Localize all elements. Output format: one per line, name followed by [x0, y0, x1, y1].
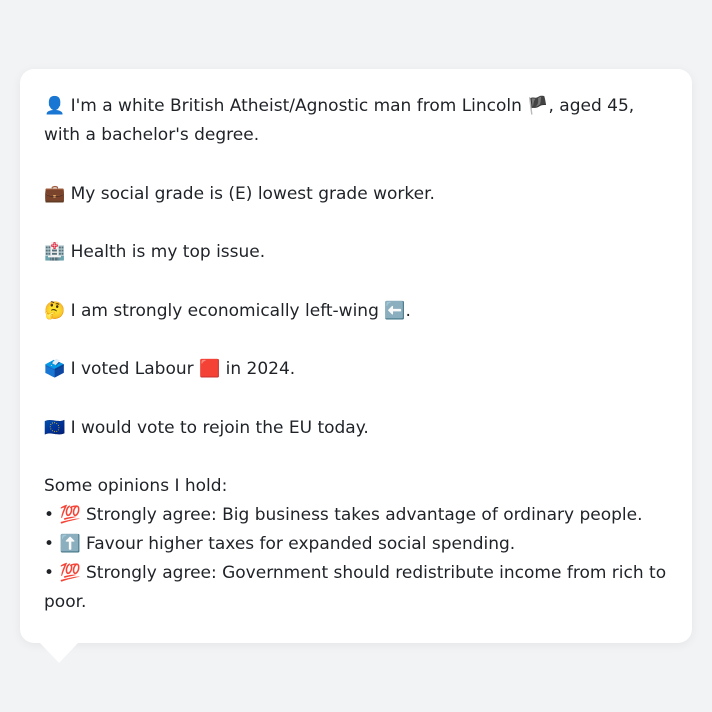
- opinion-item: • 💯 Strongly agree: Government should re…: [44, 559, 668, 617]
- top-issue-text: Health is my top issue.: [65, 242, 266, 262]
- up-arrow-icon: ⬆️: [59, 534, 81, 554]
- identity-text: I'm a white British Atheist/Agnostic man…: [65, 96, 528, 116]
- bullet: •: [44, 563, 55, 583]
- bullet: •: [44, 534, 55, 554]
- red-square-icon: 🟥: [199, 359, 221, 379]
- eu-flag-icon: 🇪🇺: [44, 417, 66, 438]
- identity-line: 👤 I'm a white British Atheist/Agnostic m…: [44, 92, 668, 150]
- vote-text: I voted Labour: [65, 359, 200, 379]
- opinions-heading: Some opinions I hold:: [44, 476, 228, 496]
- vote-line: 🗳️ I voted Labour 🟥 in 2024.: [44, 355, 668, 384]
- person-icon: 👤: [44, 96, 66, 116]
- hundred-points-icon: 💯: [59, 505, 81, 525]
- bubble-tail: [40, 643, 78, 663]
- briefcase-icon: 💼: [44, 183, 66, 204]
- economics-period: .: [405, 300, 411, 321]
- opinion-text: Strongly agree: Government should redist…: [44, 563, 667, 612]
- england-flag-icon: 🏴: [527, 96, 549, 116]
- left-arrow-icon: ⬅️: [384, 300, 406, 321]
- opinion-item: • 💯 Strongly agree: Big business takes a…: [44, 501, 668, 530]
- economics-text: I am strongly economically left-wing: [65, 300, 385, 321]
- bullet: •: [44, 505, 55, 525]
- hospital-icon: 🏥: [44, 242, 66, 262]
- hundred-points-icon: 💯: [59, 563, 81, 583]
- ballot-box-icon: 🗳️: [44, 359, 66, 379]
- opinion-text: Strongly agree: Big business takes advan…: [80, 505, 643, 525]
- opinion-item: • ⬆️ Favour higher taxes for expanded so…: [44, 530, 668, 559]
- eu-line: 🇪🇺 I would vote to rejoin the EU today.: [44, 414, 668, 443]
- vote-year-text: in 2024.: [220, 359, 296, 379]
- top-issue-line: 🏥 Health is my top issue.: [44, 238, 668, 267]
- social-grade-text: My social grade is (E) lowest grade work…: [65, 183, 435, 204]
- social-grade-line: 💼 My social grade is (E) lowest grade wo…: [44, 180, 668, 209]
- persona-message-bubble: 👤 I'm a white British Atheist/Agnostic m…: [20, 69, 692, 643]
- eu-text: I would vote to rejoin the EU today.: [65, 417, 369, 438]
- economics-line: 🤔 I am strongly economically left-wing ⬅…: [44, 297, 668, 326]
- opinion-text: Favour higher taxes for expanded social …: [80, 534, 516, 554]
- thinking-face-icon: 🤔: [44, 300, 66, 321]
